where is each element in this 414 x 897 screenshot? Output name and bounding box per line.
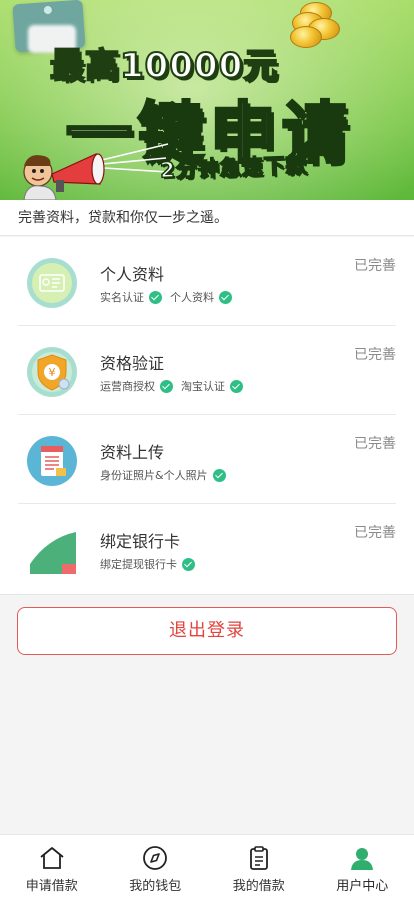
tab-apply-loan[interactable]: 申请借款 [0, 835, 104, 897]
item-title: 资料上传 [100, 439, 164, 463]
shield-yuan-icon: ¥ [26, 346, 78, 398]
item-title: 个人资料 [100, 261, 164, 285]
tag-label: 绑定提现银行卡 [100, 556, 177, 572]
item-tags: 运营商授权 淘宝认证 [100, 378, 251, 394]
tag-label: 运营商授权 [100, 378, 155, 394]
tab-label: 我的钱包 [104, 875, 208, 894]
tag-label: 个人资料 [170, 289, 214, 305]
promo-banner[interactable]: 最高10000元 一键申请 2分钟急速下款 [0, 0, 414, 200]
user-icon [348, 845, 376, 871]
list-item-upload[interactable]: 资料上传 身份证照片&个人照片 已完善 [0, 415, 414, 504]
id-card-icon [26, 257, 78, 309]
item-title: 资格验证 [100, 350, 164, 374]
check-icon [160, 380, 173, 393]
logout-button[interactable]: 退出登录 [17, 607, 397, 655]
item-tags: 身份证照片&个人照片 [100, 467, 234, 483]
tag-label: 淘宝认证 [181, 378, 225, 394]
tag-label: 实名认证 [100, 289, 144, 305]
tab-label: 我的借款 [207, 875, 311, 894]
clipboard-icon [245, 845, 273, 871]
megaphone-mascot-icon [10, 140, 120, 200]
status-label: 已完善 [354, 433, 396, 453]
status-label: 已完善 [354, 522, 396, 542]
tab-my-loans[interactable]: 我的借款 [207, 835, 311, 897]
check-icon [219, 291, 232, 304]
svg-text:¥: ¥ [49, 366, 56, 379]
tab-my-wallet[interactable]: 我的钱包 [104, 835, 208, 897]
status-label: 已完善 [354, 344, 396, 364]
banner-headline: 最高10000元 [50, 38, 390, 82]
tab-label: 用户中心 [311, 875, 414, 894]
status-label: 已完善 [354, 255, 396, 275]
verification-list: 个人资料 实名认证 个人资料 已完善 ¥ 资格验证 运营商授权 淘宝认证 已完善 [0, 237, 414, 595]
list-item-qualification[interactable]: ¥ 资格验证 运营商授权 淘宝认证 已完善 [0, 326, 414, 415]
check-icon [230, 380, 243, 393]
tag-label: 身份证照片&个人照片 [100, 467, 208, 483]
list-item-personal-info[interactable]: 个人资料 实名认证 个人资料 已完善 [0, 237, 414, 326]
item-title: 绑定银行卡 [100, 528, 180, 552]
bottom-tab-bar: 申请借款 我的钱包 我的借款 用户中心 [0, 834, 414, 897]
tab-label: 申请借款 [0, 875, 104, 894]
tab-user-center[interactable]: 用户中心 [311, 835, 414, 897]
notice-text: 完善资料，贷款和你仅一步之遥。 [0, 200, 414, 236]
item-tags: 实名认证 个人资料 [100, 289, 240, 305]
compass-icon [141, 845, 169, 871]
check-icon [149, 291, 162, 304]
item-tags: 绑定提现银行卡 [100, 556, 203, 572]
list-item-bank-card[interactable]: 绑定银行卡 绑定提现银行卡 已完善 [0, 504, 414, 593]
bank-card-icon [26, 524, 78, 576]
check-icon [213, 469, 226, 482]
document-icon [26, 435, 78, 487]
home-icon [38, 845, 66, 871]
check-icon [182, 558, 195, 571]
